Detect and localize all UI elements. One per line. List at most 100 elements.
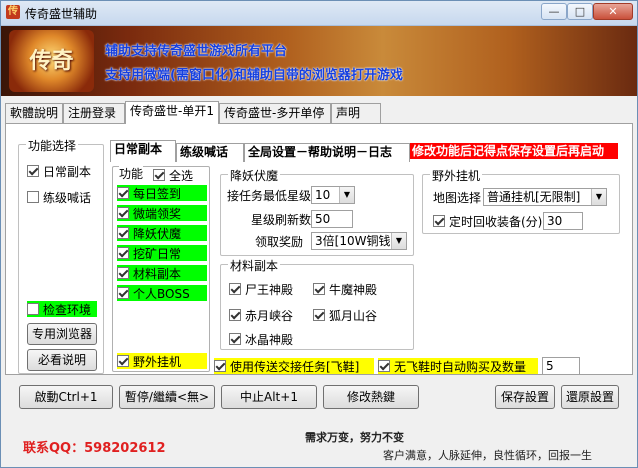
feature-checkbox-microclient[interactable]: 微端领奖	[117, 205, 207, 221]
hotkey-button[interactable]: 修改熱鍵	[323, 385, 419, 409]
close-button[interactable]: ✕	[593, 3, 633, 20]
subtab-global-settings[interactable]: 全局设置－帮助说明－日志	[244, 143, 410, 162]
checkbox-box[interactable]	[27, 165, 39, 177]
checkbox-box[interactable]	[229, 309, 241, 321]
function-select-group: 功能选择 日常副本 练级喊话 检查环境 专用浏览器 必看说明	[18, 137, 104, 374]
tab-statement[interactable]: 声明	[331, 103, 381, 123]
recycle-label: 定时回收装备(分)	[449, 214, 543, 229]
checkbox-box[interactable]	[117, 355, 129, 367]
banner-line-1: 辅助支持传奇盛世游戏所有平台	[105, 44, 288, 59]
check-env-checkbox[interactable]: 检查环境	[27, 301, 97, 317]
material-label: 冰晶神殿	[245, 332, 294, 347]
checkbox-box[interactable]	[117, 287, 129, 299]
checkbox-box[interactable]	[117, 227, 129, 239]
refresh-input[interactable]: 50	[311, 210, 353, 228]
demon-group: 降妖伏魔 接任务最低星级 10 ▼ 星级刷新数 50 领取奖励 3倍[10W铜钱]…	[220, 167, 414, 256]
checkbox-box[interactable]	[433, 215, 445, 227]
min-star-select[interactable]: 10 ▼	[311, 186, 355, 204]
main-panel: 功能选择 日常副本 练级喊话 检查环境 专用浏览器 必看说明 日常副本 练级喊话…	[5, 123, 633, 375]
stop-button[interactable]: 中止Alt+1	[221, 385, 317, 409]
recycle-input[interactable]: 30	[543, 212, 583, 230]
material-checkbox-foxmoon[interactable]: 狐月山谷	[313, 307, 377, 323]
slogan-1: 需求万变，努力不变	[305, 431, 404, 444]
feature-label: 个人BOSS	[133, 286, 190, 301]
features-title: 功能	[119, 165, 144, 182]
buy-shoes-checkbox[interactable]: 无飞鞋时自动购买及数量	[378, 358, 538, 374]
checkbox-box[interactable]	[117, 187, 129, 199]
daily-dungeon-checkbox[interactable]: 日常副本	[27, 163, 91, 179]
material-label: 牛魔神殿	[329, 282, 378, 297]
tab-multi-single-stop[interactable]: 传奇盛世-多开单停	[219, 103, 331, 123]
material-label: 赤月峡谷	[245, 308, 294, 323]
feature-label: 每日签到	[133, 186, 182, 201]
map-label: 地图选择	[433, 191, 482, 205]
checkbox-box[interactable]	[229, 283, 241, 295]
select-all-checkbox[interactable]: 全选	[153, 167, 194, 183]
teleport-label: 使用传送交接任务[飞鞋]	[230, 359, 360, 374]
app-window: 传 传奇盛世辅助 — □ ✕ 传奇 辅助支持传奇盛世游戏所有平台 支持用微端(需…	[0, 0, 638, 468]
checkbox-box[interactable]	[378, 360, 390, 372]
function-select-title: 功能选择	[26, 137, 79, 154]
material-checkbox-corpse[interactable]: 尸王神殿	[229, 281, 293, 297]
chevron-down-icon[interactable]: ▼	[391, 233, 406, 249]
practice-shout-label: 练级喊话	[43, 190, 92, 205]
feature-label: 材料副本	[133, 266, 182, 281]
tab-register-login[interactable]: 注册登录	[63, 103, 125, 123]
material-label: 狐月山谷	[329, 308, 378, 323]
minimize-button[interactable]: —	[541, 3, 567, 20]
wild-hangup-label: 野外挂机	[133, 354, 182, 369]
teleport-checkbox[interactable]: 使用传送交接任务[飞鞋]	[214, 358, 374, 374]
start-button[interactable]: 啟動Ctrl+1	[19, 385, 113, 409]
material-label: 尸王神殿	[245, 282, 294, 297]
feature-checkbox-boss[interactable]: 个人BOSS	[117, 285, 207, 301]
daily-dungeon-label: 日常副本	[43, 164, 92, 179]
checkbox-box[interactable]	[117, 247, 129, 259]
select-all-label: 全选	[169, 168, 194, 183]
feature-checkbox-signin[interactable]: 每日签到	[117, 185, 207, 201]
checkbox-box[interactable]	[313, 309, 325, 321]
checkbox-box[interactable]	[313, 283, 325, 295]
checkbox-box[interactable]	[27, 303, 39, 315]
checkbox-box[interactable]	[117, 267, 129, 279]
feature-checkbox-materials[interactable]: 材料副本	[117, 265, 207, 281]
subtab-practice[interactable]: 练级喊话	[176, 143, 244, 162]
feature-checkbox-mining[interactable]: 挖矿日常	[117, 245, 207, 261]
pause-button[interactable]: 暫停/繼續<無>	[119, 385, 215, 409]
recycle-checkbox[interactable]: 定时回收装备(分)	[433, 213, 542, 229]
game-logo: 传奇	[9, 30, 94, 92]
material-checkbox-ice[interactable]: 冰晶神殿	[229, 331, 293, 347]
checkbox-box[interactable]	[27, 191, 39, 203]
min-star-label: 接任务最低星级	[227, 189, 312, 203]
wild-hangup-checkbox[interactable]: 野外挂机	[117, 353, 207, 369]
checkbox-box[interactable]	[229, 333, 241, 345]
checkbox-box[interactable]	[117, 207, 129, 219]
material-checkbox-redmoon[interactable]: 赤月峡谷	[229, 307, 293, 323]
min-star-value: 10	[315, 188, 331, 202]
tab-software-info[interactable]: 軟體說明	[5, 103, 63, 123]
buy-shoes-input[interactable]: 5	[542, 357, 580, 375]
title-bar: 传 传奇盛世辅助 — □ ✕	[1, 1, 637, 26]
checkbox-box[interactable]	[214, 360, 226, 372]
practice-shout-checkbox[interactable]: 练级喊话	[27, 189, 91, 205]
reward-label: 领取奖励	[255, 235, 304, 249]
feature-checkbox-demon[interactable]: 降妖伏魔	[117, 225, 207, 241]
banner-line-2: 支持用微端(需窗口化)和辅助自带的浏览器打开游戏	[105, 68, 403, 83]
app-icon: 传	[6, 5, 20, 19]
chevron-down-icon[interactable]: ▼	[339, 187, 354, 203]
chevron-down-icon[interactable]: ▼	[591, 189, 606, 205]
save-settings-button[interactable]: 保存設置	[495, 385, 555, 409]
checkbox-box[interactable]	[153, 169, 165, 181]
material-checkbox-bull[interactable]: 牛魔神殿	[313, 281, 377, 297]
maximize-button[interactable]: □	[567, 3, 593, 20]
reward-select[interactable]: 3倍[10W铜钱] ▼	[311, 232, 407, 250]
slogan-2: 客户满意，人脉延伸，良性循环，回报一生	[383, 449, 592, 462]
browser-button[interactable]: 专用浏览器	[27, 323, 97, 345]
must-read-button[interactable]: 必看说明	[27, 349, 97, 371]
map-select[interactable]: 普通挂机[无限制] ▼	[483, 188, 607, 206]
subtab-daily[interactable]: 日常副本	[110, 140, 176, 162]
feature-label: 降妖伏魔	[133, 226, 182, 241]
tab-single-1[interactable]: 传奇盛世-单开1	[125, 101, 219, 124]
restore-settings-button[interactable]: 還原設置	[561, 385, 619, 409]
features-group: 功能 全选 每日签到 微端领奖 降妖伏魔 挖矿日常 材料副本 个人BOSS 野外…	[112, 165, 210, 372]
window-title: 传奇盛世辅助	[25, 7, 98, 21]
